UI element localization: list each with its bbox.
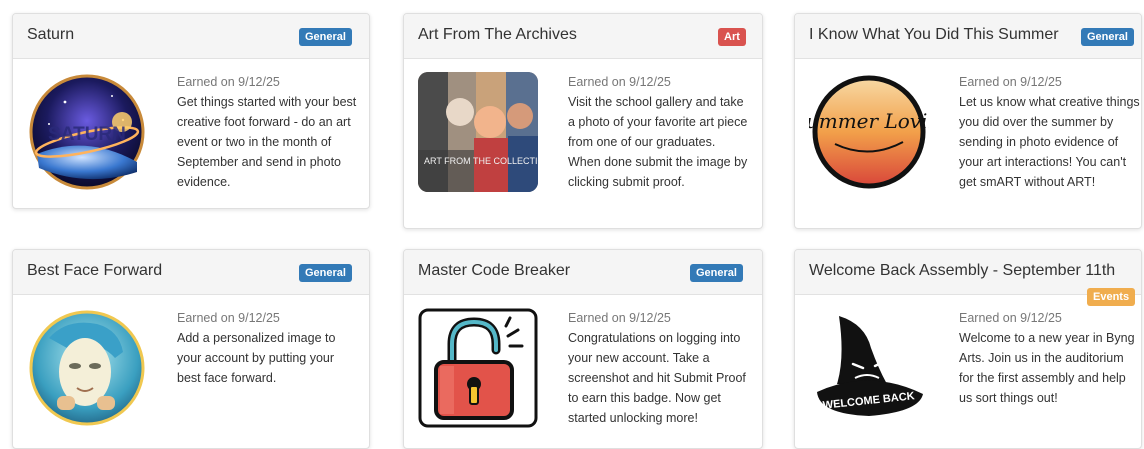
badge-description: Earned on 9/12/25 Add a personalized ima… <box>177 308 359 388</box>
earned-date: Earned on 9/12/25 <box>177 75 280 89</box>
saturn-badge-image: SATURN <box>29 74 145 190</box>
earned-date: Earned on 9/12/25 <box>568 311 671 325</box>
category-badge: General <box>299 264 352 282</box>
saturn-image-text: SATURN <box>48 124 126 145</box>
category-badge: General <box>690 264 743 282</box>
card-header: Best Face Forward General <box>13 250 369 295</box>
category-badge: General <box>299 28 352 46</box>
badge-card[interactable]: Saturn General SATURN Earned on 9/12/25 <box>12 13 370 209</box>
earned-date: Earned on 9/12/25 <box>959 75 1062 89</box>
badge-title: I Know What You Did This Summer <box>809 26 1059 43</box>
badge-title: Saturn <box>27 26 75 43</box>
art-image-text: ART FROM THE COLLECTION <box>424 156 538 166</box>
art-collage-image: ART FROM THE COLLECTION <box>418 72 538 192</box>
badge-description: Earned on 9/12/25 Welcome to a new year … <box>959 308 1141 408</box>
earned-date: Earned on 9/12/25 <box>177 311 280 325</box>
card-header: Art From The Archives Art <box>404 14 762 59</box>
category-badge: Events <box>1087 288 1136 306</box>
description-text: Congratulations on logging into your new… <box>568 331 746 425</box>
badge-description: Earned on 9/12/25 Visit the school galle… <box>568 72 750 192</box>
badge-title: Best Face Forward <box>27 262 163 279</box>
sorting-hat-image: WELCOME BACK <box>817 316 923 416</box>
badge-card[interactable]: I Know What You Did This Summer General … <box>794 13 1142 229</box>
badge-card[interactable]: Master Code Breaker General Earned on 9/… <box>403 249 763 449</box>
badge-card[interactable]: Best Face Forward General Earned on 9/12… <box>12 249 370 449</box>
badge-card[interactable]: Welcome Back Assembly - September 11th E… <box>794 249 1142 449</box>
description-text: Welcome to a new year in Byng Arts. Join… <box>959 331 1135 405</box>
summer-image-text: Summer Lovin' <box>809 109 929 133</box>
badge-title: Master Code Breaker <box>418 262 571 279</box>
summer-lovin-image: Summer Lovin' <box>809 75 929 189</box>
description-text: Let us know what creative things you did… <box>959 95 1140 189</box>
description-text: Add a personalized image to your account… <box>177 331 336 385</box>
earned-date: Earned on 9/12/25 <box>568 75 671 89</box>
unlocked-padlock-icon <box>418 308 538 428</box>
description-text: Visit the school gallery and take a phot… <box>568 95 748 189</box>
card-header: Saturn General <box>13 14 369 59</box>
description-text: Get things started with your best creati… <box>177 95 357 189</box>
category-badge: General <box>1081 28 1134 46</box>
badge-description: Earned on 9/12/25 Congratulations on log… <box>568 308 750 428</box>
card-header: Master Code Breaker General <box>404 250 762 295</box>
badge-card[interactable]: Art From The Archives Art ART FROM THE C… <box>403 13 763 229</box>
mask-face-image <box>29 310 145 426</box>
category-badge: Art <box>718 28 746 46</box>
badge-title: Welcome Back Assembly - September 11th <box>809 262 1116 279</box>
card-header: I Know What You Did This Summer General <box>795 14 1141 59</box>
badge-description: Earned on 9/12/25 Get things started wit… <box>177 72 359 192</box>
badge-title: Art From The Archives <box>418 26 577 43</box>
earned-date: Earned on 9/12/25 <box>959 311 1062 325</box>
badge-description: Earned on 9/12/25 Let us know what creat… <box>959 72 1141 192</box>
